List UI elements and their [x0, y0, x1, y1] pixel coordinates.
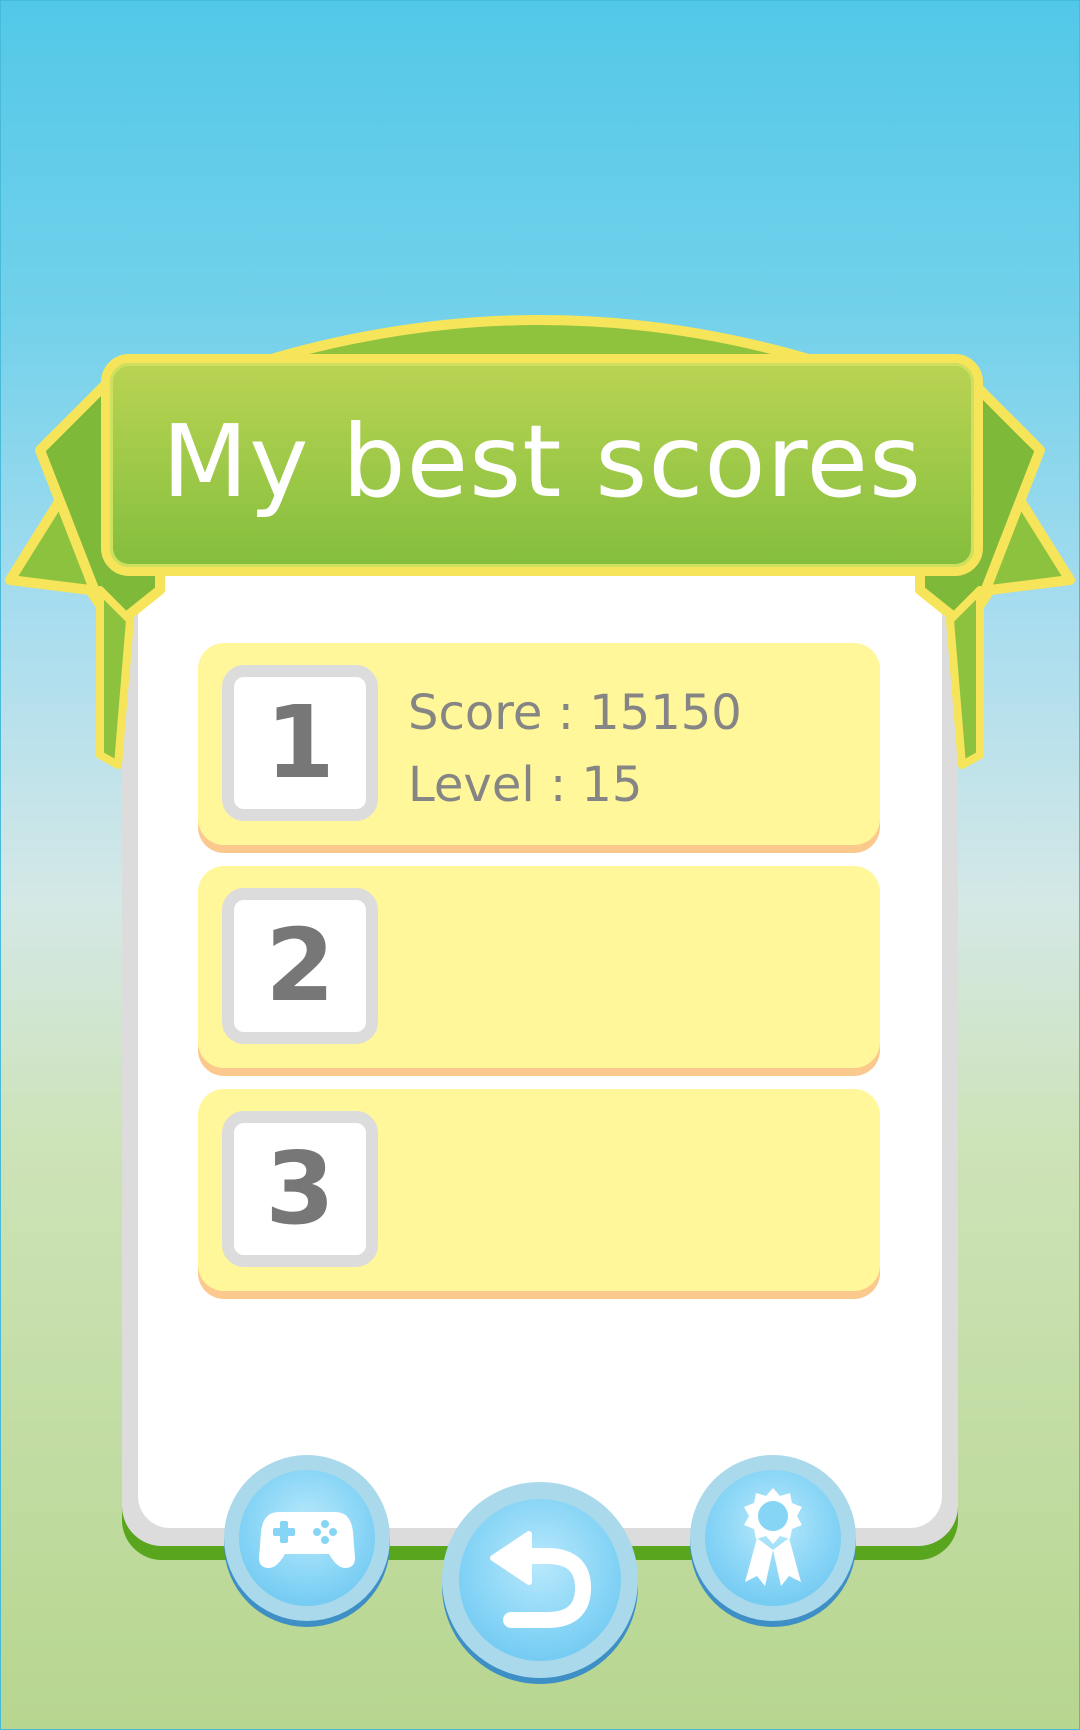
back-button[interactable]: [442, 1482, 638, 1678]
undo-arrow-icon: [490, 1531, 592, 1628]
ribbon-flap-left: [96, 586, 134, 769]
gamepad-icon: [259, 1512, 355, 1568]
ribbon-flap-right: [946, 586, 984, 769]
rank-badge: 1: [222, 665, 378, 821]
back-button-face: [459, 1499, 621, 1661]
title-banner: My best scores: [101, 354, 983, 576]
award-ribbon-icon: [744, 1488, 802, 1586]
score-row-1: 1 Score : 15150 Level : 15: [198, 643, 880, 845]
page-title: My best scores: [161, 402, 923, 520]
games-button-face: [239, 1470, 375, 1606]
score-row-2: 2: [198, 866, 880, 1068]
score-value: Score : 15150: [408, 685, 742, 741]
games-button[interactable]: [224, 1455, 390, 1621]
score-info: Score : 15150 Level : 15: [408, 677, 742, 821]
score-row-3: 3: [198, 1089, 880, 1291]
achievements-button-face: [705, 1470, 841, 1606]
level-value: Level : 15: [408, 757, 643, 813]
rank-badge: 3: [222, 1111, 378, 1267]
achievements-button[interactable]: [690, 1455, 856, 1621]
rank-badge: 2: [222, 888, 378, 1044]
